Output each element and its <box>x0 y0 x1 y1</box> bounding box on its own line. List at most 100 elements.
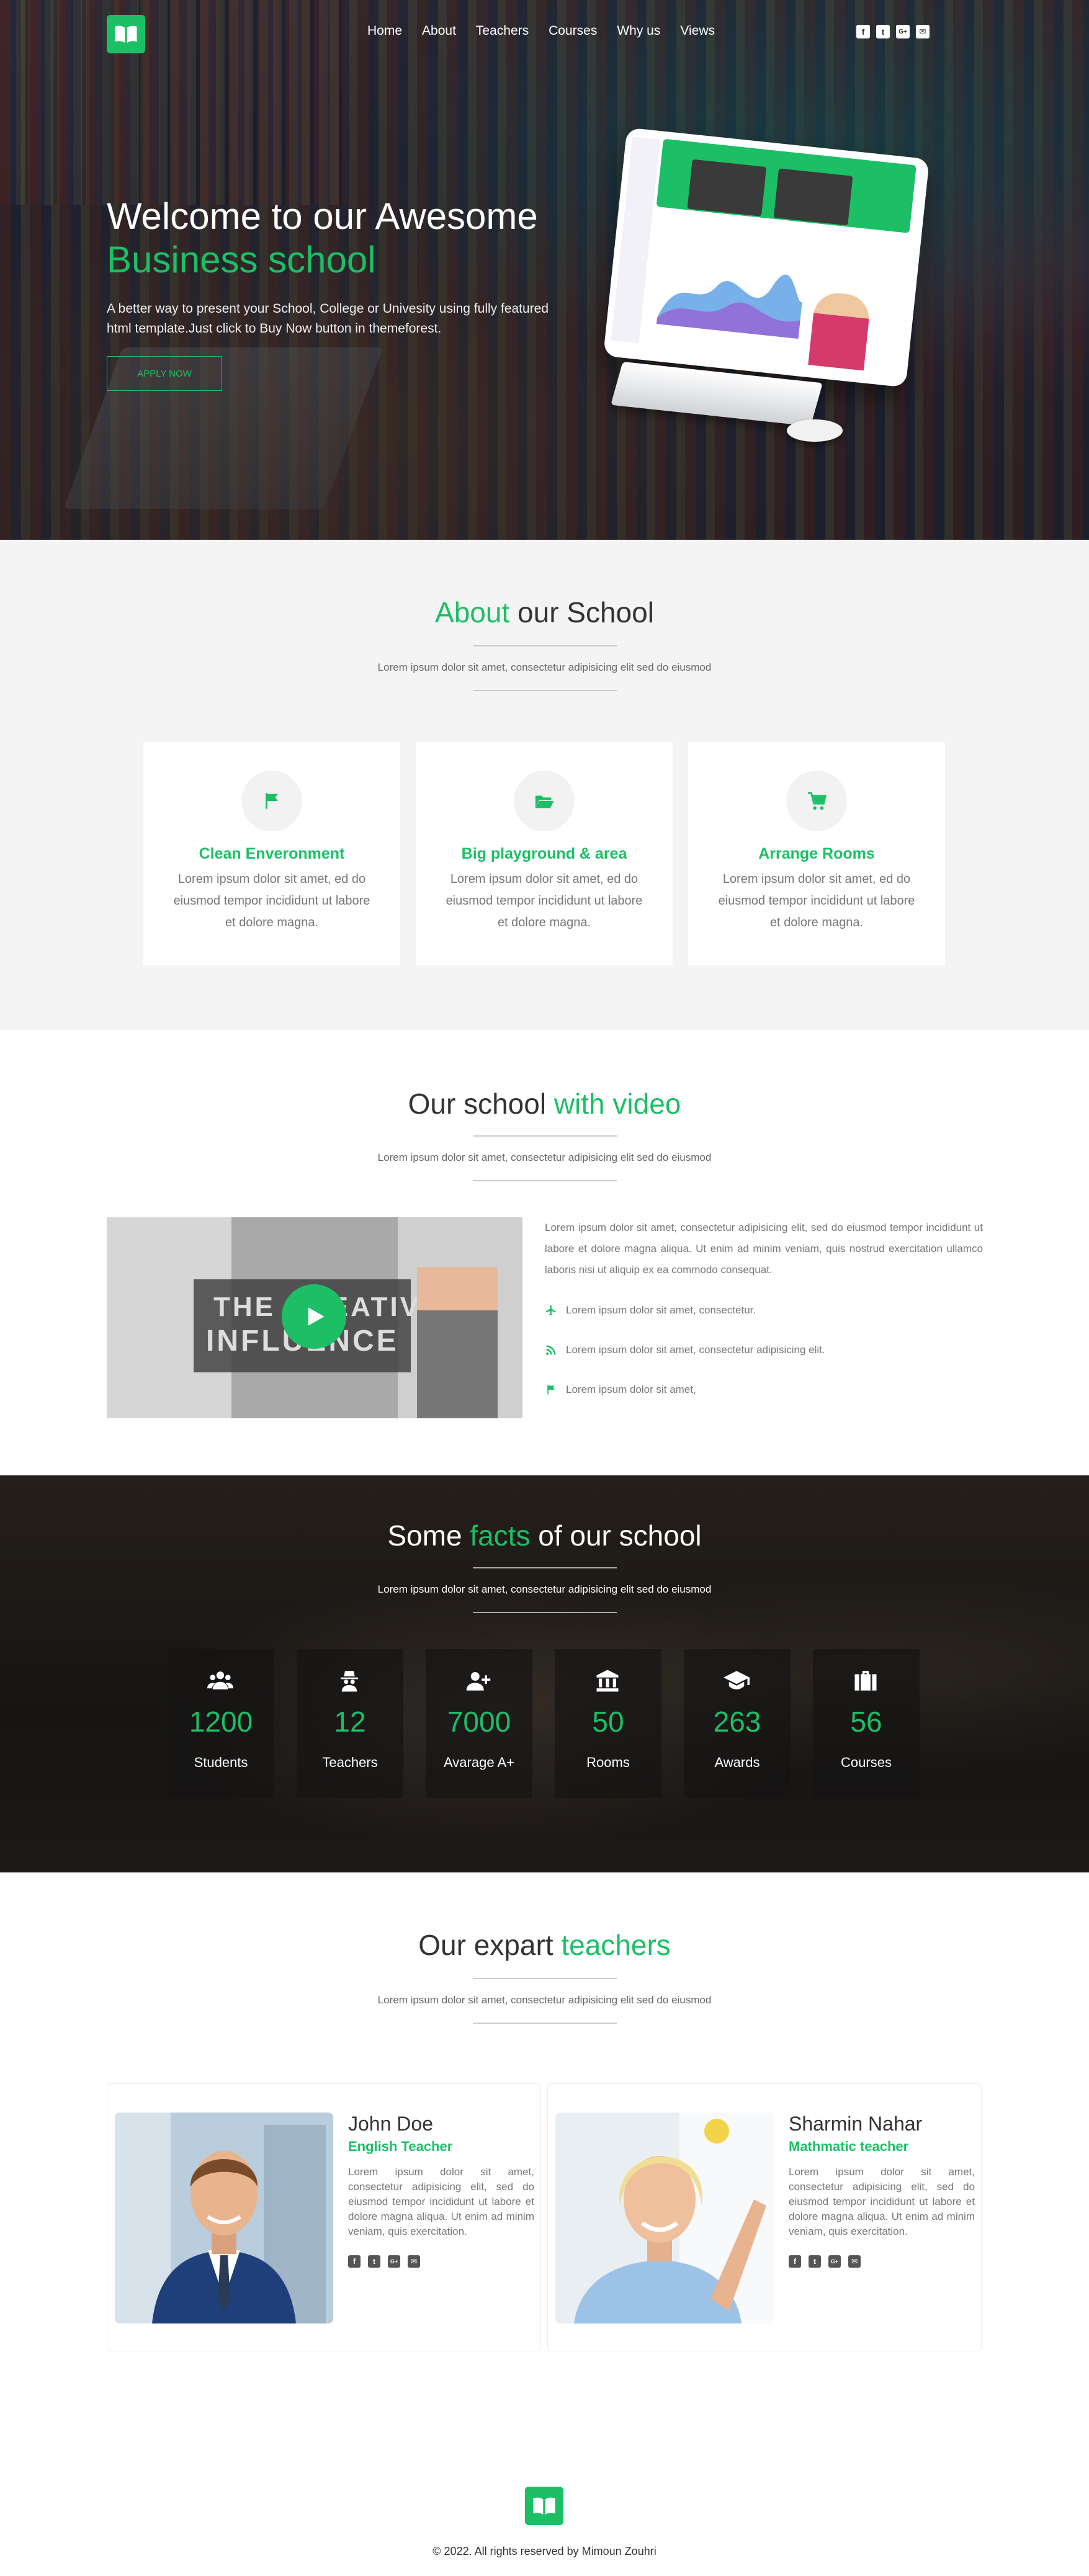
facts-subtitle: Lorem ipsum dolor sit amet, consectetur … <box>377 1583 712 1595</box>
nav-views[interactable]: Views <box>680 24 715 38</box>
user-plus-icon <box>466 1672 491 1691</box>
divider <box>473 1135 617 1137</box>
facts-section: Some facts of our school Lorem ipsum dol… <box>0 1475 1089 1872</box>
teacher-name: John Doe <box>348 2113 433 2135</box>
feature-text: Lorem ipsum dolor sit amet, ed do eiusmo… <box>446 872 643 929</box>
feature-card: Clean Enveronment Lorem ipsum dolor sit … <box>143 742 400 965</box>
hero-title-line2: Business school <box>107 239 376 280</box>
user-secret-icon <box>341 1671 358 1692</box>
list-item: Lorem ipsum dolor sit amet, consectetur … <box>545 1344 825 1356</box>
feature-title: Big playground & area <box>461 845 627 862</box>
nav-about[interactable]: About <box>422 24 456 38</box>
nav-teachers[interactable]: Teachers <box>476 24 529 38</box>
teachers-title: Our expart teachers <box>418 1929 671 1961</box>
fact-box: 7000 Avarage A+ <box>426 1649 532 1798</box>
teachers-subtitle: Lorem ipsum dolor sit amet, consectetur … <box>377 1994 712 2006</box>
briefcase-icon <box>854 1671 877 1691</box>
facebook-icon[interactable]: f <box>789 2255 801 2268</box>
fact-number: 56 <box>850 1706 882 1738</box>
video-subtitle: Lorem ipsum dolor sit amet, consectetur … <box>377 1152 712 1163</box>
fact-box: 263 Awards <box>684 1649 791 1798</box>
teacher-photo <box>555 2113 774 2323</box>
hero-section: Home About Teachers Courses Why us Views… <box>0 0 1089 540</box>
fact-label: Awards <box>714 1755 760 1770</box>
logo-book-icon[interactable] <box>107 15 145 53</box>
cart-icon <box>786 771 847 831</box>
fact-label: Courses <box>841 1755 892 1770</box>
google-plus-icon[interactable]: G+ <box>828 2255 841 2268</box>
plane-icon <box>545 1305 556 1316</box>
apply-now-button[interactable]: APPLY NOW <box>107 356 222 391</box>
email-icon[interactable]: ✉ <box>848 2255 861 2268</box>
email-icon[interactable]: ✉ <box>408 2255 420 2268</box>
dashboard-monitor-image <box>603 127 930 388</box>
fact-number: 263 <box>713 1706 761 1738</box>
social-links-top: f t G+ ✉ <box>856 25 930 38</box>
nav-courses[interactable]: Courses <box>549 24 597 38</box>
fact-box: 50 Rooms <box>555 1649 661 1798</box>
footer-logo-book-icon[interactable] <box>525 2487 563 2525</box>
teachers-section: Our expart teachers Lorem ipsum dolor si… <box>0 1872 1089 2418</box>
twitter-icon[interactable]: t <box>876 25 890 38</box>
fact-label: Rooms <box>586 1755 630 1770</box>
divider <box>473 1978 617 1979</box>
nav-why-us[interactable]: Why us <box>617 24 660 38</box>
divider <box>473 1567 617 1568</box>
fact-number: 7000 <box>447 1706 511 1738</box>
google-plus-icon[interactable]: G+ <box>388 2255 400 2268</box>
divider <box>473 2023 617 2024</box>
twitter-icon[interactable]: t <box>368 2255 380 2268</box>
flag-icon <box>547 1385 555 1395</box>
graduation-cap-icon <box>724 1671 750 1689</box>
mouse-image <box>787 419 843 442</box>
teacher-card: John Doe English Teacher Lorem ipsum dol… <box>107 2083 541 2351</box>
fact-number: 50 <box>592 1706 624 1738</box>
video-section: Our school with video Lorem ipsum dolor … <box>0 1030 1089 1475</box>
google-plus-icon[interactable]: G+ <box>896 25 910 38</box>
facebook-icon[interactable]: f <box>348 2255 361 2268</box>
fact-number: 12 <box>334 1706 366 1738</box>
main-menu: Home About Teachers Courses Why us Views <box>367 24 735 38</box>
bank-icon <box>596 1670 619 1692</box>
feature-text: Lorem ipsum dolor sit amet, ed do eiusmo… <box>173 872 370 929</box>
hero-description: A better way to present your School, Col… <box>107 302 549 336</box>
footer: © 2022. All rights reserved by Mimoun Zo… <box>0 2418 1089 2576</box>
teacher-name: Sharmin Nahar <box>789 2113 923 2135</box>
top-navbar: Home About Teachers Courses Why us Views… <box>0 0 1089 68</box>
video-paragraph: Lorem ipsum dolor sit amet, consectetur … <box>545 1222 983 1276</box>
presenter-image <box>417 1267 498 1418</box>
fact-label: Avarage A+ <box>444 1755 514 1770</box>
flag-icon <box>241 771 302 831</box>
folder-open-icon <box>514 771 575 831</box>
teacher-role: Mathmatic teacher <box>789 2139 909 2154</box>
teacher-card: Sharmin Nahar Mathmatic teacher Lorem ip… <box>547 2083 982 2351</box>
divider <box>473 1180 617 1181</box>
video-thumbnail[interactable]: THE CREATIVE INFLUENCE <box>107 1217 522 1418</box>
users-icon <box>207 1671 233 1689</box>
email-icon[interactable]: ✉ <box>916 25 930 38</box>
about-title: About our School <box>435 596 654 628</box>
twitter-icon[interactable]: t <box>809 2255 821 2268</box>
fact-box: 12 Teachers <box>297 1649 403 1798</box>
about-section: About our School Lorem ipsum dolor sit a… <box>0 540 1089 1030</box>
fact-label: Students <box>194 1755 248 1770</box>
fact-box: 1200 Students <box>168 1649 274 1798</box>
feature-card: Big playground & area Lorem ipsum dolor … <box>416 742 673 965</box>
play-icon[interactable] <box>282 1284 346 1349</box>
facts-title: Some facts of our school <box>387 1519 702 1552</box>
teacher-social: f t G+ ✉ <box>789 2255 861 2268</box>
teacher-photo <box>115 2113 333 2323</box>
teacher-role: English Teacher <box>348 2139 453 2154</box>
feature-title: Arrange Rooms <box>758 845 875 862</box>
fact-label: Teachers <box>322 1755 378 1770</box>
area-chart-graphic <box>656 274 802 339</box>
teacher-bio: Lorem ipsum dolor sit amet, consectetur … <box>348 2166 534 2237</box>
list-item: Lorem ipsum dolor sit amet, <box>545 1384 696 1396</box>
facebook-icon[interactable]: f <box>856 25 870 38</box>
hero-title-line1: Welcome to our Awesome <box>107 195 538 237</box>
about-subtitle: Lorem ipsum dolor sit amet, consectetur … <box>377 661 712 673</box>
teacher-social: f t G+ ✉ <box>348 2255 420 2268</box>
nav-home[interactable]: Home <box>367 24 402 38</box>
feature-card: Arrange Rooms Lorem ipsum dolor sit amet… <box>688 742 945 965</box>
feature-title: Clean Enveronment <box>199 845 345 862</box>
